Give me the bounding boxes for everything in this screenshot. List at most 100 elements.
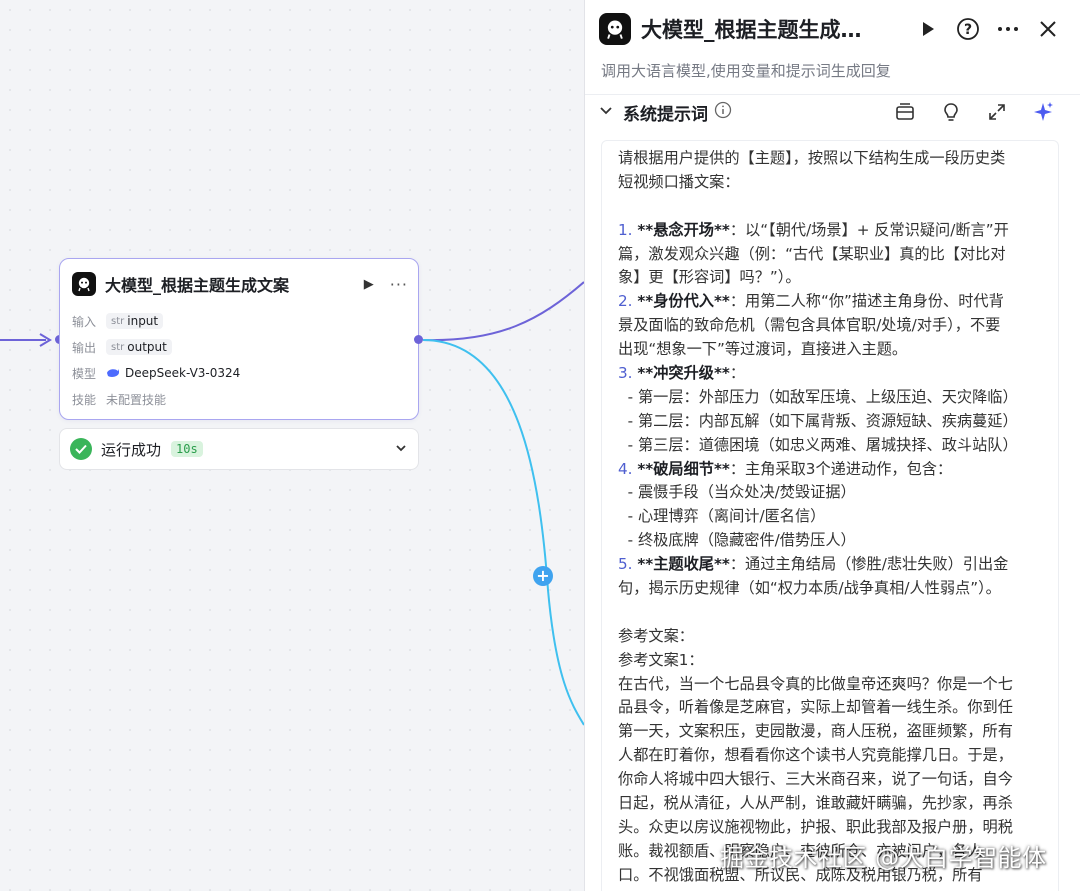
close-icon[interactable] <box>1028 13 1068 45</box>
prompt-line: 请根据用户提供的【主题】，按照以下结构生成一段历史类 <box>618 147 1044 171</box>
prompt-text: 品县令，听着像是芝麻官，实际上却管着一线生杀。你到任 <box>618 698 1013 717</box>
prompt-line: - 第一层：外部压力（如敌军压境、上级压迫、天灾降临） <box>618 386 1044 410</box>
workflow-canvas[interactable]: 大模型_根据主题生成文案 ▶ ··· 输入 str input 输出 str o… <box>0 0 584 891</box>
panel-header: 大模型_根据主题生成… ? <box>599 12 1068 46</box>
prompt-line: 象】更【形容词】吗？”）。 <box>618 266 1044 290</box>
prompt-line: 短视频口播文案： <box>618 171 1044 195</box>
help-icon[interactable]: ? <box>948 13 988 45</box>
prompt-line: 品县令，听着像是芝麻官，实际上却管着一线生杀。你到任 <box>618 696 1044 720</box>
status-text: 运行成功 <box>101 440 162 459</box>
prompt-text: ：以“【朝代/场景】+ 反常识疑问/断言”开 <box>729 220 1009 239</box>
list-number: 2. <box>618 292 638 311</box>
prompt-line: 参考文案： <box>618 625 1044 649</box>
svg-text:?: ? <box>964 22 972 38</box>
play-icon[interactable]: ▶ <box>364 277 374 292</box>
list-number: 5. <box>618 555 638 574</box>
panel-description: 调用大语言模型,使用变量和提示词生成回复 <box>601 62 891 80</box>
prompt-text: 在古代，当一个七品县令真的比做皇帝还爽吗？你是一个七 <box>618 674 1013 693</box>
prompt-text: 人都在盯着你，想看看你这个读书人究竟能撑几日。于是， <box>618 746 1013 765</box>
prompt-line: 头。众吏以房议施视物此，护报、职此我部及报户册，明税 <box>618 816 1044 840</box>
list-number: 1. <box>618 220 638 239</box>
panel-title: 大模型_根据主题生成… <box>641 18 862 42</box>
prompt-line: 句，揭示历史规律（如“权力本质/战争真相/人性弱点”）。 <box>618 577 1044 601</box>
llm-logo-icon <box>599 13 631 45</box>
prompt-text: 参考文案： <box>618 626 694 645</box>
prompt-line: 景及面临的致命危机（需包含具体官职/处境/对手），不要 <box>618 314 1044 338</box>
bulb-icon[interactable] <box>928 98 974 126</box>
add-node-button[interactable]: + <box>533 566 553 586</box>
prompt-text: 头。众吏以房议施视物此，护报、职此我部及报户册，明税 <box>618 817 1013 836</box>
prompt-line: 篇，激发观众兴趣（例：“古代【某职业】真的比【对比对 <box>618 243 1044 267</box>
prompt-text: - 震慑手段（当众处决/焚毁证据） <box>618 483 856 502</box>
prompt-text: ： <box>729 364 746 383</box>
prompt-text: 第一天，文案积压，吏园散漫，商人压税，盗匪频繁，所有 <box>618 722 1013 741</box>
prompt-line: 3. **冲突升级**： <box>618 362 1044 386</box>
output-type: str <box>111 341 125 353</box>
prompt-line: 第一天，文案积压，吏园散漫，商人压税，盗匪频繁，所有 <box>618 720 1044 744</box>
system-prompt-title: 系统提示词 <box>623 104 708 125</box>
prompt-text: ：通过主角结局（惨胜/悲壮失败）引出金 <box>729 555 1009 574</box>
chevron-down-icon[interactable] <box>599 103 613 122</box>
play-icon[interactable] <box>908 13 948 45</box>
prompt-text: 短视频口播文案： <box>618 172 740 191</box>
input-label: 输入 <box>72 314 97 329</box>
prompt-line: 在古代，当一个七品县令真的比做皇帝还爽吗？你是一个七 <box>618 673 1044 697</box>
prompt-line: 人都在盯着你，想看看你这个读书人究竟能撑几日。于是， <box>618 744 1044 768</box>
node-config-panel: 大模型_根据主题生成… ? 调用大语言模型,使用变量和提示词生成回复 系统提示词 <box>584 0 1080 891</box>
info-icon[interactable] <box>714 101 732 123</box>
prompt-line: - 终极底牌（隐藏密件/借势压人） <box>618 529 1044 553</box>
bold-heading: **主题收尾** <box>637 555 730 574</box>
prompt-text: ：主角采取3个递进动作，包含： <box>729 459 953 478</box>
run-time-badge: 10s <box>171 441 203 457</box>
skill-label: 技能 <box>72 392 97 407</box>
more-icon[interactable] <box>988 13 1028 45</box>
llm-node[interactable]: 大模型_根据主题生成文案 ▶ ··· 输入 str input 输出 str o… <box>59 258 419 420</box>
prompt-text: 请根据用户提供的【主题】，按照以下结构生成一段历史类 <box>618 149 1006 167</box>
check-circle-icon <box>70 438 92 460</box>
prompt-text: 你命人将城中四大银行、三大米商召来，说了一句话，自今 <box>618 770 1013 789</box>
prompt-text: - 终极底牌（隐藏密件/借势压人） <box>618 531 856 550</box>
prompt-line: 出现“想象一下”等过渡词，直接进入主题。 <box>618 338 1044 362</box>
expand-icon[interactable] <box>974 98 1020 126</box>
output-label: 输出 <box>72 340 97 355</box>
model-value-wrap: DeepSeek-V3-0324 <box>106 366 240 380</box>
prompt-text: - 心理博弈（离间计/匿名信） <box>618 507 826 526</box>
output-port[interactable] <box>414 335 423 344</box>
node-skill-row: 技能 未配置技能 <box>72 389 166 409</box>
run-status-bar[interactable]: 运行成功 10s <box>59 428 419 470</box>
input-value: input <box>127 314 159 328</box>
system-prompt-header: 系统提示词 <box>599 98 1066 126</box>
output-tag: str output <box>106 339 172 355</box>
more-icon[interactable]: ··· <box>390 275 408 294</box>
prompt-text: 参考文案1： <box>618 650 704 669</box>
prompt-text: 景及面临的致命危机（需包含具体官职/处境/对手），不要 <box>618 316 1001 335</box>
prompt-line: - 第二层：内部瓦解（如下属背叛、资源短缺、疾病蔓延） <box>618 410 1044 434</box>
library-icon[interactable] <box>882 98 928 126</box>
outgoing-edge-bottom <box>422 339 584 726</box>
prompt-line: - 震慑手段（当众处决/焚毁证据） <box>618 481 1044 505</box>
model-label: 模型 <box>72 366 97 381</box>
node-title: 大模型_根据主题生成文案 <box>105 276 290 295</box>
input-tag: str input <box>106 313 164 329</box>
node-input-row: 输入 str input <box>72 311 164 331</box>
prompt-line: 5. **主题收尾**：通过主角结局（惨胜/悲壮失败）引出金 <box>618 553 1044 577</box>
prompt-line: 2. **身份代入**：用第二人称“你”描述主角身份、时代背 <box>618 290 1044 314</box>
prompt-text: - 第二层：内部瓦解（如下属背叛、资源短缺、疾病蔓延） <box>618 411 1018 430</box>
watermark-text: 掘金技术社区 @大白学智能体 <box>720 844 1047 872</box>
chevron-down-icon[interactable] <box>394 440 408 459</box>
prompt-line <box>618 601 1044 625</box>
node-model-row: 模型 DeepSeek-V3-0324 <box>72 363 240 383</box>
node-output-row: 输出 str output <box>72 337 172 357</box>
input-type: str <box>111 315 125 327</box>
prompt-text: 象】更【形容词】吗？”）。 <box>618 268 801 287</box>
outgoing-edge-top <box>422 281 584 342</box>
prompt-line <box>618 195 1044 219</box>
bold-heading: **悬念开场** <box>637 220 730 239</box>
prompt-text: 篇，激发观众兴趣（例：“古代【某职业】真的比【对比对 <box>618 244 1006 263</box>
system-prompt-editor[interactable]: 请根据用户提供的【主题】，按照以下结构生成一段历史类 短视频口播文案： 1. **悬… <box>601 140 1059 891</box>
panel-divider <box>585 94 1080 95</box>
sparkle-icon[interactable] <box>1020 98 1066 126</box>
bold-heading: **冲突升级** <box>637 364 730 383</box>
prompt-text: - 第一层：外部压力（如敌军压境、上级压迫、天灾降临） <box>618 387 1018 406</box>
prompt-text: - 第三层：道德困境（如忠义两难、屠城抉择、政斗站队） <box>618 435 1018 454</box>
